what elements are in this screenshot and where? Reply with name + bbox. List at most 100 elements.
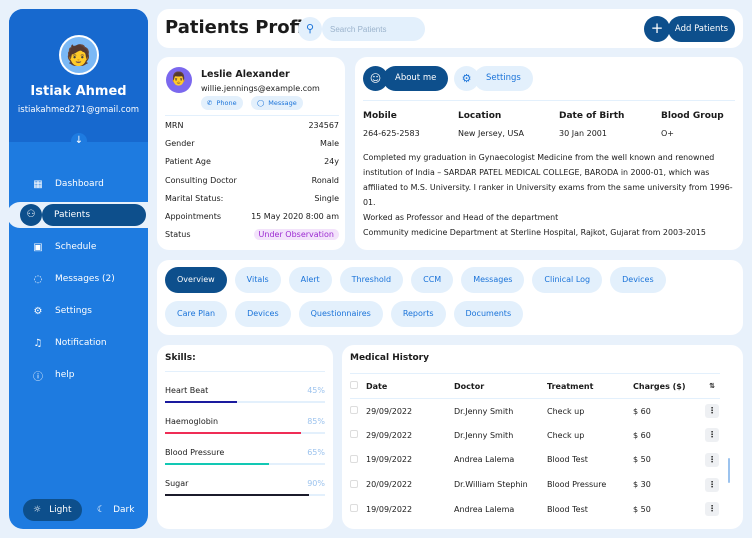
about-me-button[interactable]: About me xyxy=(383,66,449,91)
tab-ccm[interactable]: CCM xyxy=(411,267,454,293)
sidebar-item-label: Notification xyxy=(55,338,107,348)
table-row[interactable]: 19/09/2022 Andrea Lalema Blood Test $ 50 ⋮ xyxy=(350,497,720,522)
chat-icon: ◯ xyxy=(257,99,265,107)
phone-icon: ✆ xyxy=(207,99,213,107)
sidebar: 🧑 Istiak Ahmed istiakahmed271@gmail.com … xyxy=(9,9,148,529)
search-icon[interactable]: ⚲ xyxy=(298,17,322,41)
patient-info: MRN 234567 Gender Male Patient Age 24y Cons… xyxy=(165,115,339,244)
sort-icon[interactable]: ⇅ xyxy=(704,373,720,399)
tab-reports[interactable]: Reports xyxy=(390,301,446,327)
info-label: Status xyxy=(165,230,191,240)
more-options-icon[interactable]: ⋮ xyxy=(705,452,719,467)
more-options-icon[interactable]: ⋮ xyxy=(705,477,719,492)
field-value: 30 Jan 2001 xyxy=(559,129,607,138)
tab-questionnaires[interactable]: Questionnaires xyxy=(298,301,383,327)
arrow-down-icon[interactable]: ↓ xyxy=(71,133,87,149)
table-cell: 19/09/2022 xyxy=(366,455,413,465)
tabs: Overview Vitals Alert Threshold CCM Mess… xyxy=(157,260,743,335)
table-row[interactable]: 29/09/2022 Dr.Jenny Smith Check up $ 60 ⋮ xyxy=(350,423,720,448)
skill-label: Haemoglobin xyxy=(165,417,219,426)
message-icon: ◌ xyxy=(33,273,43,285)
sidebar-item-schedule[interactable]: ▣ Schedule xyxy=(9,236,148,258)
dark-label: Dark xyxy=(113,505,135,515)
user-icon[interactable]: ☺ xyxy=(363,66,388,91)
dashboard-icon: ▦ xyxy=(33,178,43,190)
profile-section: 🧑 Istiak Ahmed istiakahmed271@gmail.com xyxy=(9,9,148,142)
phone-button[interactable]: ✆ Phone xyxy=(201,96,243,110)
table-cell: Check up xyxy=(547,430,585,440)
more-options-icon[interactable]: ⋮ xyxy=(705,502,719,517)
table-row[interactable]: 19/09/2022 Andrea Lalema Blood Test $ 50 ⋮ xyxy=(350,448,720,473)
settings-button[interactable]: Settings xyxy=(474,66,533,91)
info-value: 234567 xyxy=(308,120,339,130)
skills-title: Skills: xyxy=(165,353,325,372)
tab-clinical-log[interactable]: Clinical Log xyxy=(532,267,603,293)
select-all-checkbox[interactable] xyxy=(350,381,358,389)
table-cell: $ 30 xyxy=(633,480,651,490)
table-cell: Andrea Lalema xyxy=(454,455,515,465)
skill-progress-fill xyxy=(165,401,237,403)
sidebar-item-help[interactable]: ⓘ help xyxy=(9,364,148,386)
tab-devices[interactable]: Devices xyxy=(610,267,666,293)
add-patients-button[interactable]: Add Patients xyxy=(668,16,735,42)
tab-alert[interactable]: Alert xyxy=(288,267,332,293)
tab-messages[interactable]: Messages xyxy=(461,267,525,293)
column-header[interactable]: Doctor xyxy=(454,373,547,399)
patient-card: 👨 Leslie Alexander willie.jennings@examp… xyxy=(157,57,345,250)
tab-care-plan[interactable]: Care Plan xyxy=(165,301,228,327)
more-options-icon[interactable]: ⋮ xyxy=(705,404,719,419)
tab-documents[interactable]: Documents xyxy=(453,301,524,327)
table-cell: $ 50 xyxy=(633,504,651,514)
dark-mode-button[interactable]: ☾ Dark xyxy=(87,499,144,521)
sidebar-item-messages[interactable]: ◌ Messages (2) xyxy=(9,268,148,290)
history-table: Date Doctor Treatment Charges ($) ⇅ 29/0… xyxy=(350,373,720,521)
search-input[interactable] xyxy=(322,17,425,41)
info-label: Consulting Doctor xyxy=(165,175,237,185)
sidebar-item-notification[interactable]: ♫ Notification xyxy=(9,332,148,354)
table-cell: Dr.Jenny Smith xyxy=(454,430,514,440)
sidebar-item-label: Schedule xyxy=(55,242,97,252)
skill-progress-fill xyxy=(165,463,269,465)
column-header[interactable]: Treatment xyxy=(547,373,633,399)
message-button[interactable]: ◯ Message xyxy=(251,96,303,110)
gear-icon: ⚙ xyxy=(33,305,43,317)
table-row[interactable]: 20/09/2022 Dr.William Stephin Blood Pressu… xyxy=(350,472,720,497)
row-checkbox[interactable] xyxy=(350,454,358,463)
skill-progress-bar xyxy=(165,463,325,465)
row-checkbox[interactable] xyxy=(350,479,358,488)
light-label: Light xyxy=(49,505,72,515)
row-checkbox[interactable] xyxy=(350,406,358,415)
skill-item: Sugar 90% xyxy=(165,479,325,496)
table-cell: Dr.William Stephin xyxy=(454,480,528,490)
calendar-icon: ▣ xyxy=(33,241,43,253)
table-cell: 20/09/2022 xyxy=(366,480,413,490)
light-mode-button[interactable]: ☼ Light xyxy=(23,499,82,521)
field-value: New Jersey, USA xyxy=(458,129,525,138)
row-checkbox[interactable] xyxy=(350,504,358,513)
tab-vitals[interactable]: Vitals xyxy=(234,267,281,293)
tab-overview[interactable]: Overview xyxy=(165,267,227,293)
user-name: Istiak Ahmed xyxy=(30,84,127,99)
row-checkbox[interactable] xyxy=(350,430,358,439)
scrollbar[interactable] xyxy=(728,458,730,483)
tab-devices-2[interactable]: Devices xyxy=(235,301,291,327)
info-row: Patient Age 24y xyxy=(165,153,339,171)
bio: Completed my graduation in Gynaecologist… xyxy=(363,150,733,240)
column-header[interactable]: Charges ($) xyxy=(633,373,704,399)
column-header[interactable]: Date xyxy=(366,373,454,399)
avatar: 🧑 xyxy=(58,35,99,75)
sidebar-item-patients[interactable]: ⚇ Patients xyxy=(9,202,148,228)
table-row[interactable]: 29/09/2022 Dr.Jenny Smith Check up $ 60 ⋮ xyxy=(350,399,720,424)
sidebar-item-dashboard[interactable]: ▦ Dashboard xyxy=(9,173,148,195)
patient-name: Leslie Alexander xyxy=(201,69,290,80)
skill-percent: 90% xyxy=(307,479,325,488)
gear-icon[interactable]: ⚙ xyxy=(454,66,479,91)
table-cell: 29/09/2022 xyxy=(366,406,413,416)
info-value: 24y xyxy=(324,157,339,167)
more-options-icon[interactable]: ⋮ xyxy=(705,428,719,443)
plus-icon[interactable]: + xyxy=(644,16,670,42)
sidebar-item-label: Settings xyxy=(55,306,92,316)
tab-threshold[interactable]: Threshold xyxy=(339,267,404,293)
sidebar-item-settings[interactable]: ⚙ Settings xyxy=(9,300,148,322)
skill-progress-fill xyxy=(165,494,309,496)
